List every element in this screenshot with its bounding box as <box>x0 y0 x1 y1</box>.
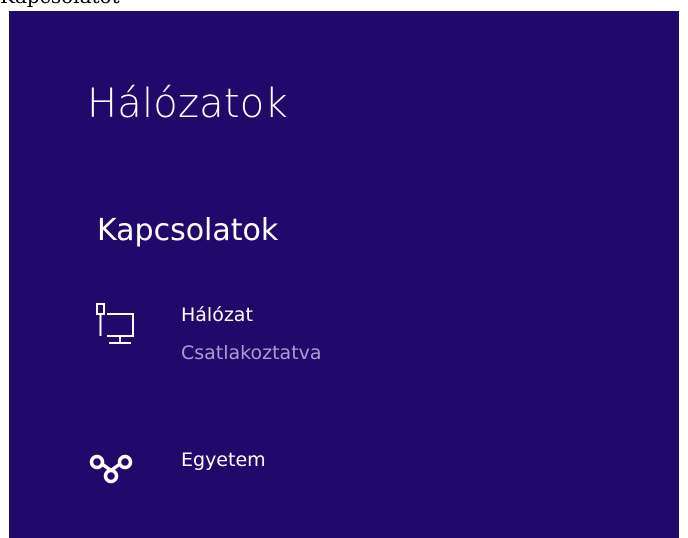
network-item-vpn[interactable]: Egyetem <box>89 441 409 491</box>
networks-pane: Hálózatok Kapcsolatok Hálózat Csatlakozt… <box>9 11 679 538</box>
network-name: Egyetem <box>181 449 266 471</box>
page-caption: Kapcsolatot <box>0 0 120 8</box>
network-name: Hálózat <box>181 304 253 326</box>
connections-heading: Kapcsolatok <box>97 213 279 248</box>
vpn-icon <box>89 451 133 489</box>
wired-network-icon <box>89 300 135 352</box>
network-item-wired[interactable]: Hálózat Csatlakoztatva <box>89 296 409 376</box>
pane-title: Hálózatok <box>87 81 288 127</box>
network-status: Csatlakoztatva <box>181 342 322 364</box>
